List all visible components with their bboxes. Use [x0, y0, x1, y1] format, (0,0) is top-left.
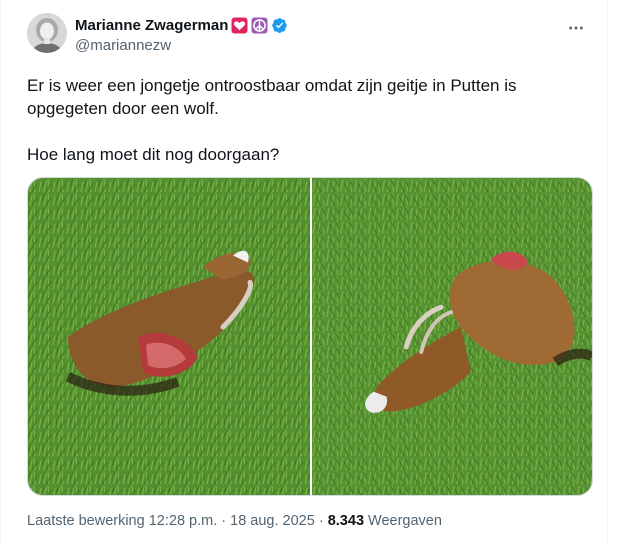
views-label: Weergaven: [368, 513, 442, 529]
meta-separator: ·: [318, 513, 324, 529]
peace-sign-icon: [251, 17, 268, 34]
frame-border-right: [607, 0, 608, 542]
tweet-text: Er is weer een jongetje ontroostbaar omd…: [27, 74, 587, 166]
views-count: 8.343: [327, 513, 365, 529]
verified-badge-icon[interactable]: [271, 17, 288, 34]
photo-right[interactable]: [312, 178, 592, 495]
avatar[interactable]: [27, 13, 67, 53]
tweet-paragraph: Er is weer een jongetje ontroostbaar omd…: [27, 76, 517, 118]
photo-left[interactable]: [28, 178, 310, 495]
author-handle[interactable]: @mariannezw: [75, 37, 288, 54]
media-gallery: [27, 177, 593, 496]
heart-emoji-icon: [231, 17, 248, 34]
more-dots-icon: [569, 26, 583, 30]
goat-carcass-photo-left-icon: [28, 178, 310, 495]
tweet-paragraph: Hoe lang moet dit nog doorgaan?: [27, 145, 280, 164]
more-options-button[interactable]: [565, 17, 587, 39]
frame-border-left: [0, 0, 1, 542]
goat-carcass-photo-right-icon: [312, 178, 592, 495]
tweet-date[interactable]: 18 aug. 2025: [230, 513, 315, 529]
edited-label[interactable]: Laatste bewerking: [27, 513, 145, 529]
author-display-name[interactable]: Marianne Zwagerman: [75, 17, 228, 34]
tweet-time[interactable]: 12:28 p.m.: [149, 513, 218, 529]
meta-separator: ·: [221, 513, 227, 529]
tweet-header: Marianne Zwagerman @mariannezw: [27, 13, 597, 57]
avatar-image: [27, 13, 67, 53]
tweet-meta: Laatste bewerking 12:28 p.m. · 18 aug. 2…: [27, 513, 442, 529]
